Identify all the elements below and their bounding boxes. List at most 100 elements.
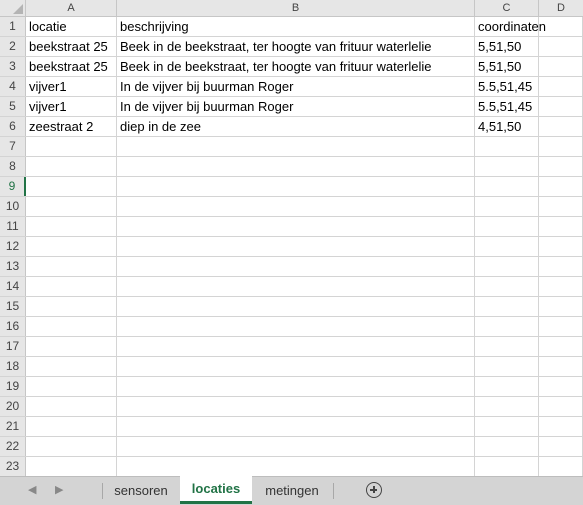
cell-b[interactable]: Beek in de beekstraat, ter hoogte van fr… [117, 37, 475, 56]
cell-c[interactable] [475, 297, 539, 316]
cell-c[interactable] [475, 377, 539, 396]
row-header[interactable]: 3 [0, 57, 26, 76]
cell-d[interactable] [539, 57, 583, 76]
cell-c[interactable] [475, 257, 539, 276]
cell-b[interactable] [117, 237, 475, 256]
cell-c[interactable]: 5,51,50 [475, 37, 539, 56]
row-header[interactable]: 6 [0, 117, 26, 136]
cell-d[interactable] [539, 297, 583, 316]
cell-a[interactable]: locatie [26, 17, 117, 36]
chevron-left-icon[interactable]: ◀ [28, 483, 36, 496]
cell-c[interactable] [475, 337, 539, 356]
cell-a[interactable] [26, 197, 117, 216]
cell-c[interactable] [475, 357, 539, 376]
cell-c[interactable] [475, 217, 539, 236]
cell-d[interactable] [539, 397, 583, 416]
tab-sensoren[interactable]: sensoren [104, 477, 178, 504]
row-header[interactable]: 14 [0, 277, 26, 296]
cell-b[interactable] [117, 157, 475, 176]
cell-d[interactable] [539, 197, 583, 216]
cell-c[interactable] [475, 397, 539, 416]
cell-c[interactable] [475, 197, 539, 216]
cell-d[interactable] [539, 457, 583, 476]
row-header[interactable]: 13 [0, 257, 26, 276]
cell-a[interactable] [26, 277, 117, 296]
column-header-a[interactable]: A [26, 0, 117, 16]
row-header[interactable]: 15 [0, 297, 26, 316]
cell-b[interactable] [117, 377, 475, 396]
plus-circle-icon[interactable] [366, 482, 382, 498]
row-header[interactable]: 17 [0, 337, 26, 356]
cell-c[interactable] [475, 417, 539, 436]
cell-a[interactable] [26, 457, 117, 476]
cell-d[interactable] [539, 117, 583, 136]
row-header[interactable]: 18 [0, 357, 26, 376]
row-header[interactable]: 7 [0, 137, 26, 156]
cell-a[interactable]: beekstraat 25 [26, 37, 117, 56]
cell-d[interactable] [539, 437, 583, 456]
cell-d[interactable] [539, 277, 583, 296]
cell-b[interactable] [117, 357, 475, 376]
row-header[interactable]: 1 [0, 17, 26, 36]
cell-d[interactable] [539, 217, 583, 236]
cell-c[interactable] [475, 237, 539, 256]
cell-d[interactable] [539, 357, 583, 376]
cell-c[interactable] [475, 277, 539, 296]
cell-a[interactable] [26, 357, 117, 376]
cell-b[interactable] [117, 257, 475, 276]
cell-b[interactable] [117, 197, 475, 216]
cell-b[interactable] [117, 457, 475, 476]
cell-d[interactable] [539, 17, 583, 36]
cell-b[interactable]: In de vijver bij buurman Roger [117, 97, 475, 116]
cell-b[interactable] [117, 217, 475, 236]
row-header[interactable]: 20 [0, 397, 26, 416]
cell-c[interactable]: 5.5,51,45 [475, 97, 539, 116]
column-header-b[interactable]: B [117, 0, 475, 16]
cell-c[interactable] [475, 437, 539, 456]
cell-a[interactable] [26, 397, 117, 416]
cell-d[interactable] [539, 37, 583, 56]
cell-d[interactable] [539, 77, 583, 96]
row-header[interactable]: 2 [0, 37, 26, 56]
cell-d[interactable] [539, 177, 583, 196]
row-header[interactable]: 4 [0, 77, 26, 96]
column-header-c[interactable]: C [475, 0, 539, 16]
cell-c[interactable] [475, 157, 539, 176]
cell-a[interactable]: beekstraat 25 [26, 57, 117, 76]
cell-b[interactable] [117, 397, 475, 416]
row-header[interactable]: 16 [0, 317, 26, 336]
row-header[interactable]: 11 [0, 217, 26, 236]
cell-d[interactable] [539, 337, 583, 356]
cell-c[interactable]: 5.5,51,45 [475, 77, 539, 96]
row-header[interactable]: 19 [0, 377, 26, 396]
select-all-button[interactable] [0, 0, 26, 16]
cell-a[interactable] [26, 337, 117, 356]
row-header[interactable]: 10 [0, 197, 26, 216]
cell-d[interactable] [539, 257, 583, 276]
cell-a[interactable] [26, 137, 117, 156]
cell-d[interactable] [539, 97, 583, 116]
row-header[interactable]: 12 [0, 237, 26, 256]
column-header-d[interactable]: D [539, 0, 583, 16]
cell-a[interactable] [26, 377, 117, 396]
cell-b[interactable] [117, 137, 475, 156]
cell-c[interactable]: 5,51,50 [475, 57, 539, 76]
cell-a[interactable] [26, 417, 117, 436]
cell-d[interactable] [539, 417, 583, 436]
cell-b[interactable]: beschrijving [117, 17, 475, 36]
cell-c[interactable] [475, 317, 539, 336]
row-header[interactable]: 8 [0, 157, 26, 176]
cell-b[interactable] [117, 437, 475, 456]
chevron-right-icon[interactable]: ▶ [55, 483, 63, 496]
tab-metingen[interactable]: metingen [254, 477, 330, 504]
cell-c[interactable] [475, 457, 539, 476]
cell-b[interactable]: diep in de zee [117, 117, 475, 136]
row-header[interactable]: 21 [0, 417, 26, 436]
cell-a[interactable]: vijver1 [26, 77, 117, 96]
cell-a[interactable] [26, 317, 117, 336]
tab-locaties[interactable]: locaties [180, 476, 252, 504]
cell-b[interactable] [117, 337, 475, 356]
cell-d[interactable] [539, 317, 583, 336]
cell-b[interactable] [117, 297, 475, 316]
cell-a[interactable] [26, 217, 117, 236]
